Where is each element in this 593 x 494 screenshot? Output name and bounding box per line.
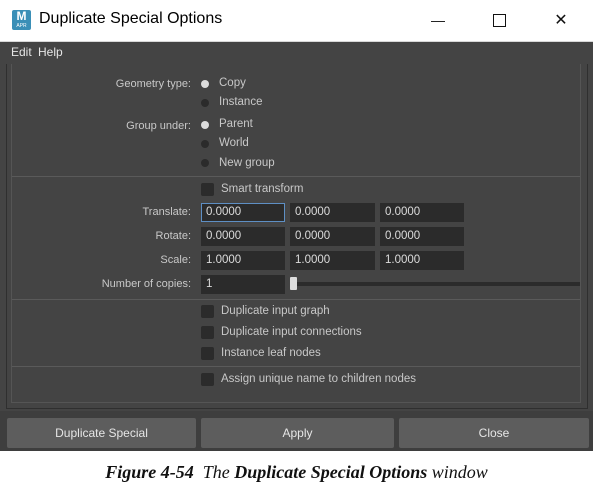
translate-z-field[interactable]: 0.0000: [380, 203, 464, 222]
rotate-x-field[interactable]: 0.0000: [201, 227, 285, 246]
caption-window-name: Duplicate Special Options: [234, 462, 428, 482]
window-title: Duplicate Special Options: [39, 10, 223, 27]
figure-number: Figure 4-54: [105, 462, 194, 482]
minimize-icon: —: [431, 12, 445, 28]
rotate-label: Rotate:: [155, 230, 191, 242]
menu-edit[interactable]: Edit: [11, 45, 32, 59]
geometry-copy-label: Copy: [219, 77, 246, 89]
rotate-z-field[interactable]: 0.0000: [380, 227, 464, 246]
instance-leaf-nodes-checkbox[interactable]: [201, 347, 214, 360]
group-parent-label: Parent: [219, 118, 253, 130]
scale-y-field[interactable]: 1.0000: [290, 251, 375, 270]
geometry-instance-radio[interactable]: [201, 99, 209, 107]
geometry-copy-radio[interactable]: [201, 80, 209, 88]
group-parent-radio[interactable]: [201, 121, 209, 129]
number-of-copies-label: Number of copies:: [101, 278, 191, 290]
button-bar: Duplicate Special Apply Close: [0, 411, 593, 451]
menu-bar: Edit Help: [0, 42, 593, 62]
duplicate-special-window: M APR Duplicate Special Options — ✕ Edit…: [0, 0, 593, 451]
group-world-label: World: [219, 137, 249, 149]
scale-label: Scale:: [160, 254, 191, 266]
copies-slider-handle[interactable]: [290, 277, 297, 290]
rotate-y-field[interactable]: 0.0000: [290, 227, 375, 246]
smart-transform-checkbox[interactable]: [201, 183, 214, 196]
figure-caption: Figure 4-54 The Duplicate Special Option…: [0, 462, 593, 483]
caption-window-word: window: [431, 462, 488, 482]
maya-app-icon: M APR: [12, 10, 31, 30]
duplicate-input-connections-checkbox[interactable]: [201, 326, 214, 339]
number-of-copies-field[interactable]: 1: [201, 275, 285, 294]
scale-x-field[interactable]: 1.0000: [201, 251, 285, 270]
close-icon: ✕: [554, 12, 568, 29]
smart-transform-label: Smart transform: [221, 183, 304, 195]
group-new-group-radio[interactable]: [201, 159, 209, 167]
maximize-icon: [492, 14, 506, 28]
section-divider: [12, 176, 580, 177]
duplicate-special-button[interactable]: Duplicate Special: [7, 418, 196, 448]
section-divider: [12, 299, 580, 300]
close-window-button[interactable]: ✕: [529, 0, 593, 41]
group-new-group-label: New group: [219, 157, 275, 169]
apply-button[interactable]: Apply: [201, 418, 394, 448]
menu-help[interactable]: Help: [38, 45, 63, 59]
geometry-type-label: Geometry type:: [115, 78, 191, 90]
maximize-button[interactable]: [467, 0, 531, 41]
instance-leaf-nodes-label: Instance leaf nodes: [221, 347, 321, 359]
minimize-button[interactable]: —: [406, 0, 470, 41]
section-divider: [12, 366, 580, 367]
duplicate-input-graph-checkbox[interactable]: [201, 305, 214, 318]
title-bar: M APR Duplicate Special Options — ✕: [0, 0, 593, 42]
duplicate-input-connections-label: Duplicate input connections: [221, 326, 362, 338]
group-world-radio[interactable]: [201, 140, 209, 148]
assign-unique-name-checkbox[interactable]: [201, 373, 214, 386]
translate-label: Translate:: [142, 206, 191, 218]
scale-z-field[interactable]: 1.0000: [380, 251, 464, 270]
group-under-label: Group under:: [126, 120, 191, 132]
caption-the: The: [202, 462, 230, 482]
translate-y-field[interactable]: 0.0000: [290, 203, 375, 222]
assign-unique-name-label: Assign unique name to children nodes: [221, 373, 416, 385]
translate-x-field[interactable]: 0.0000: [201, 203, 285, 222]
geometry-instance-label: Instance: [219, 96, 263, 108]
copies-slider-track[interactable]: [293, 282, 580, 286]
duplicate-input-graph-label: Duplicate input graph: [221, 305, 330, 317]
close-button[interactable]: Close: [399, 418, 589, 448]
